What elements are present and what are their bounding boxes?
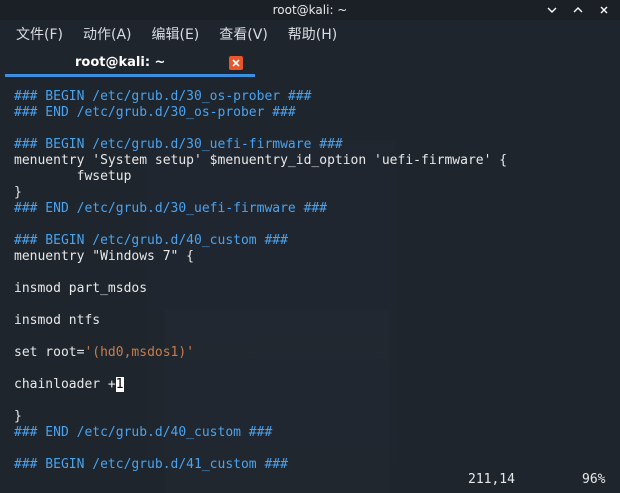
- code-comment-line: ### END /etc/grub.d/30_os-prober ###: [14, 105, 296, 121]
- code-comment-line: ### END /etc/grub.d/40_custom ###: [14, 425, 272, 441]
- cursor-position: 211,14: [468, 472, 515, 487]
- tab-label: root@kali: ~: [75, 55, 166, 70]
- code-line: insmod ntfs: [14, 313, 100, 329]
- tab-bar: root@kali: ~: [0, 48, 620, 80]
- code-text: ### END /etc/grub.d/30_uefi-firmware ###: [14, 201, 328, 216]
- code-text: fwsetup: [14, 169, 132, 184]
- code-line: chainloader +1: [14, 377, 124, 393]
- menu-bar: 文件(F) 动作(A) 编辑(E) 查看(V) 帮助(H): [0, 20, 620, 48]
- terminal-window: root@kali: ~ 文件(F) 动作(A) 编辑(E) 查看(V) 帮助(…: [0, 0, 620, 493]
- code-text: set root=: [14, 345, 85, 360]
- code-comment-line: ### BEGIN /etc/grub.d/30_uefi-firmware #…: [14, 137, 343, 153]
- code-text: ### BEGIN /etc/grub.d/41_custom ###: [14, 457, 288, 472]
- text-cursor: 1: [115, 377, 124, 392]
- close-tab-icon[interactable]: [229, 56, 243, 70]
- code-text: ### BEGIN /etc/grub.d/30_uefi-firmware #…: [14, 137, 343, 152]
- code-text: menuentry "Windows 7" {: [14, 249, 195, 264]
- code-comment-line: ### BEGIN /etc/grub.d/40_custom ###: [14, 233, 288, 249]
- tab-terminal[interactable]: root@kali: ~: [5, 52, 255, 76]
- code-text: menuentry 'System setup' $menuentry_id_o…: [14, 153, 508, 168]
- code-text: ### END /etc/grub.d/30_os-prober ###: [14, 105, 296, 120]
- code-comment-line: ### BEGIN /etc/grub.d/41_custom ###: [14, 457, 288, 473]
- code-line: }: [14, 409, 22, 425]
- menu-actions[interactable]: 动作(A): [83, 24, 132, 44]
- code-string: '(hd0,msdos1)': [84, 345, 195, 360]
- code-comment-line: ### END /etc/grub.d/30_uefi-firmware ###: [14, 201, 327, 217]
- menu-view[interactable]: 查看(V): [219, 24, 268, 44]
- terminal-content[interactable]: 211,14 96% ### BEGIN /etc/grub.d/30_os-p…: [0, 80, 620, 493]
- menu-edit[interactable]: 编辑(E): [152, 24, 200, 44]
- active-tab-indicator: [5, 74, 255, 77]
- code-text: chainloader +: [14, 377, 116, 392]
- code-line: insmod part_msdos: [14, 281, 147, 297]
- window-controls: [544, 2, 612, 18]
- close-window-icon[interactable]: [596, 2, 612, 18]
- code-line: menuentry "Windows 7" {: [14, 249, 194, 265]
- code-text: ### BEGIN /etc/grub.d/40_custom ###: [14, 233, 288, 248]
- code-comment-line: ### BEGIN /etc/grub.d/30_os-prober ###: [14, 89, 311, 105]
- maximize-icon[interactable]: [570, 2, 586, 18]
- minimize-icon[interactable]: [544, 2, 560, 18]
- code-text: ### BEGIN /etc/grub.d/30_os-prober ###: [14, 89, 312, 104]
- scroll-percent: 96%: [582, 472, 606, 487]
- menu-help[interactable]: 帮助(H): [288, 24, 337, 44]
- code-text: }: [14, 409, 22, 424]
- code-line: menuentry 'System setup' $menuentry_id_o…: [14, 153, 507, 169]
- code-line: }: [14, 185, 22, 201]
- code-text: insmod part_msdos: [14, 281, 148, 296]
- code-line: set root='(hd0,msdos1)': [14, 345, 194, 361]
- menu-file[interactable]: 文件(F): [16, 24, 63, 44]
- code-text: }: [14, 185, 22, 200]
- title-bar: root@kali: ~: [0, 0, 620, 20]
- code-text: insmod ntfs: [14, 313, 101, 328]
- window-title: root@kali: ~: [272, 3, 348, 17]
- code-line: fwsetup: [14, 169, 132, 185]
- code-text: ### END /etc/grub.d/40_custom ###: [14, 425, 273, 440]
